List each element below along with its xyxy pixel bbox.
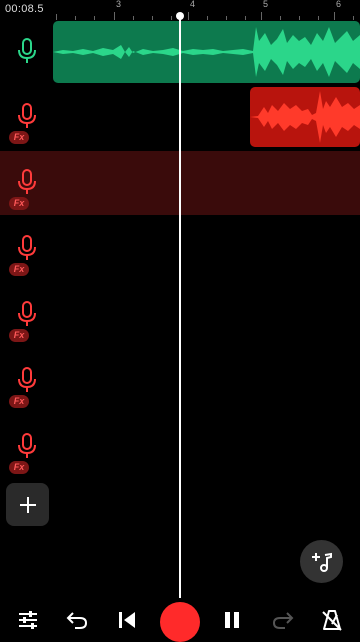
fx-badge[interactable]: Fx [9,461,29,474]
track-header[interactable]: Fx [0,283,52,347]
sliders-icon [19,611,37,629]
music-plus-icon [311,552,332,572]
undo-icon [66,612,88,629]
fx-badge[interactable]: Fx [9,329,29,342]
waveform-shape [250,91,360,143]
mixer-button[interactable] [12,604,44,636]
ruler-tick [334,12,335,20]
track-header[interactable]: Fx [0,85,52,149]
microphone-icon[interactable] [16,38,38,64]
audio-clip[interactable] [53,21,360,83]
microphone-icon[interactable] [16,235,38,261]
add-track-button[interactable] [6,483,49,526]
redo-button[interactable] [267,604,299,636]
ruler-label: 3 [116,0,122,9]
record-button[interactable] [160,602,200,642]
track-header[interactable]: Fx [0,217,52,281]
microphone-icon[interactable] [16,301,38,327]
skip-back-button[interactable] [111,604,143,636]
ruler-label: 4 [190,0,196,9]
track-header[interactable] [0,20,52,84]
pause-button[interactable] [216,604,248,636]
undo-button[interactable] [61,604,93,636]
redo-icon [272,612,294,629]
microphone-icon[interactable] [16,433,38,459]
plus-icon [19,496,36,513]
audio-clip[interactable] [250,87,360,147]
microphone-icon[interactable] [16,103,38,129]
ruler-tick [114,12,115,20]
time-readout: 00:08.5 [5,3,44,15]
playhead[interactable] [179,14,181,598]
ruler-label: 6 [336,0,342,9]
metronome-button[interactable] [316,604,348,636]
pause-icon [225,612,239,628]
fx-badge[interactable]: Fx [9,197,29,210]
microphone-icon[interactable] [16,169,38,195]
ruler-tick [188,12,189,20]
waveform-shape [53,27,360,77]
fx-badge[interactable]: Fx [9,263,29,276]
playhead-handle[interactable] [176,12,184,20]
fx-badge[interactable]: Fx [9,395,29,408]
waveform [53,27,360,77]
ruler-tick [261,12,262,20]
track-header[interactable]: Fx [0,349,52,413]
track-header[interactable]: Fx [0,151,52,215]
metronome-off-icon [322,610,342,631]
track-header[interactable]: Fx [0,415,52,479]
add-music-button[interactable] [300,540,343,583]
microphone-icon[interactable] [16,367,38,393]
waveform [250,91,360,143]
skip-back-icon [119,612,135,628]
ruler-label: 5 [263,0,269,9]
fx-badge[interactable]: Fx [9,131,29,144]
